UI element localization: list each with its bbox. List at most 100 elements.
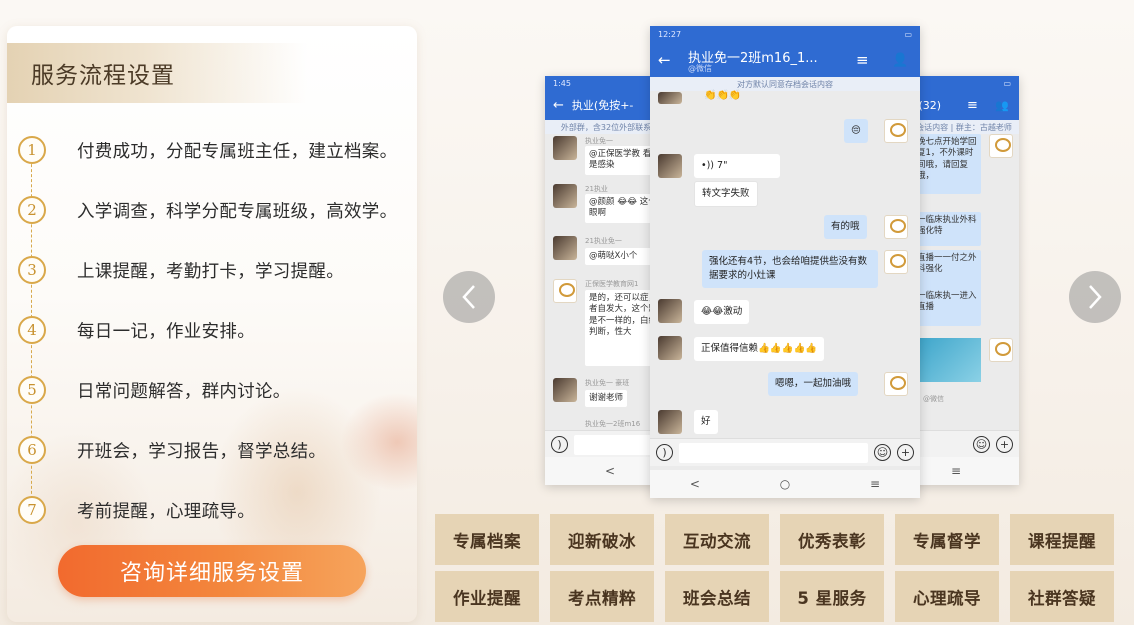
step-number-badge: 3 [18,256,46,284]
tag-excellence-award[interactable]: 优秀表彰 [780,514,884,565]
message-bubble: 嗯嗯，一起加油哦 [768,372,859,396]
voice-icon[interactable]: ) [551,436,568,453]
message-bubble: 有的哦 [824,215,867,239]
chat-screenshot-main: 12:27 ▭ ← 执业免一2班m16_1... @微信 ≡ 👤 对方默认同意存… [650,26,920,498]
avatar [553,236,577,260]
sender-name: 正保医学教育网1 [585,280,639,288]
step-number-badge: 7 [18,496,46,524]
avatar [989,338,1013,362]
sender-name: 执业免一 [585,137,613,145]
avatar [553,279,577,303]
tag-community-qa[interactable]: 社群答疑 [1010,571,1114,622]
message-input[interactable] [679,442,868,463]
avatar [658,299,682,323]
chat-notice: 对方默认同意存档会话内容 [650,77,920,91]
nav-menu-button[interactable]: ≡ [870,477,880,491]
menu-icon[interactable]: ≡ [967,98,978,113]
step-item: 1 付费成功，分配专属班主任，建立档案。 [7,130,417,170]
avatar [553,378,577,402]
step-text: 入学调查，科学分配专属班级，高效学。 [77,201,398,222]
carousel-next-button[interactable] [1069,271,1121,323]
avatar [553,136,577,160]
live-video-thumbnail[interactable] [913,338,981,382]
message-bubble: 一临床执一进入直播 [913,288,981,326]
message-bubble: 强化还有4节，也会给咱提供些没有数据要求的小灶课 [702,250,878,288]
battery-icon: ▭ [1003,78,1011,88]
consult-button[interactable]: 咨询详细服务设置 [58,545,366,597]
avatar [884,119,908,143]
status-bar: 12:27 ▭ [650,26,920,43]
avatar [658,154,682,178]
avatar [989,134,1013,158]
status-time: 12:27 [658,30,682,39]
step-item: 6 开班会，学习报告，督学总结。 [7,430,417,470]
voice-message[interactable]: •)) 7" [694,154,780,178]
chat-subtitle: @微信 [688,64,712,73]
nav-home-button[interactable]: ○ [780,477,790,491]
step-text: 日常问题解答，群内讨论。 [77,381,291,402]
avatar [658,336,682,360]
tag-welcome-icebreak[interactable]: 迎新破冰 [550,514,654,565]
step-item: 4 每日一记，作业安排。 [7,310,417,350]
avatar [658,410,682,434]
step-item: 2 入学调查，科学分配专属班级，高效学。 [7,190,417,230]
message-bubble: 直播一一付之外科强化 [913,250,981,290]
chevron-right-icon [1089,285,1102,309]
nav-back-button[interactable]: < [690,477,700,491]
group-members-icon[interactable]: 👥 [995,99,1009,112]
step-number-badge: 1 [18,136,46,164]
system-nav-bar: < ○ ≡ [650,470,920,498]
tag-homework-reminder[interactable]: 作业提醒 [435,571,539,622]
avatar [553,184,577,208]
emoji-icon[interactable]: ☺ [973,436,990,453]
step-number-badge: 6 [18,436,46,464]
step-text: 付费成功，分配专属班主任，建立档案。 [77,141,398,162]
step-item: 5 日常问题解答，群内讨论。 [7,370,417,410]
message-bubble: 晚七点开始学回复1，不外课时间哦，请回复哦， [913,134,981,194]
status-time: 1:45 [553,78,571,88]
emoji-row: 👏👏👏 [704,90,742,101]
step-item: 7 考前提醒，心理疏导。 [7,490,417,530]
plus-icon[interactable]: + [897,444,914,461]
chat-title-bar: ← 执业免一2班m16_1... @微信 ≡ 👤 [650,43,920,77]
avatar [884,372,908,396]
nav-back-button[interactable]: < [605,464,615,478]
input-bar: ) ☺ + [650,438,920,466]
message-bubble: 😂😂激动 [694,300,750,324]
back-arrow-icon: ← [553,97,564,113]
chevron-left-icon [462,285,475,309]
avatar [658,92,682,104]
emoji-icon[interactable]: ☺ [874,444,891,461]
step-text: 考前提醒，心理疏导。 [77,501,255,522]
sender-name: 执业免一2班m16 [585,420,641,428]
tag-exclusive-supervision[interactable]: 专属督学 [895,514,999,565]
step-number-badge: 4 [18,316,46,344]
tag-five-star-service[interactable]: 5 星服务 [780,571,884,622]
message-bubble: 谢谢老师 [585,390,628,408]
carousel-prev-button[interactable] [443,271,495,323]
step-text: 开班会，学习报告，督学总结。 [77,441,327,462]
voice-icon[interactable]: ) [656,444,673,461]
message-bubble: 好 [694,410,718,434]
chat-title: 执业(免按+- [571,99,634,112]
tag-counseling[interactable]: 心理疏导 [895,571,999,622]
message-bubble: 正保值得信赖👍👍👍👍👍 [694,337,825,361]
menu-icon[interactable]: ≡ [856,51,869,69]
avatar [884,215,908,239]
nav-menu-button[interactable]: ≡ [951,464,961,478]
plus-icon[interactable]: + [996,436,1013,453]
tag-course-reminder[interactable]: 课程提醒 [1010,514,1114,565]
avatar [884,250,908,274]
tag-exclusive-archive[interactable]: 专属档案 [435,514,539,565]
step-item: 3 上课提醒，考勤打卡，学习提醒。 [7,250,417,290]
tag-interaction[interactable]: 互动交流 [665,514,769,565]
step-number-badge: 2 [18,196,46,224]
tag-class-summary[interactable]: 班会总结 [665,571,769,622]
profile-icon[interactable]: 👤 [892,53,908,68]
message-bubble: 一临床执业外科强化特 [913,212,981,246]
tag-key-points[interactable]: 考点精粹 [550,571,654,622]
step-text: 每日一记，作业安排。 [77,321,255,342]
back-arrow-icon[interactable]: ← [658,51,671,69]
sender-name: 执业免一 豪班 [585,379,630,387]
transcribe-failed-label: 转文字失败 [694,181,758,207]
